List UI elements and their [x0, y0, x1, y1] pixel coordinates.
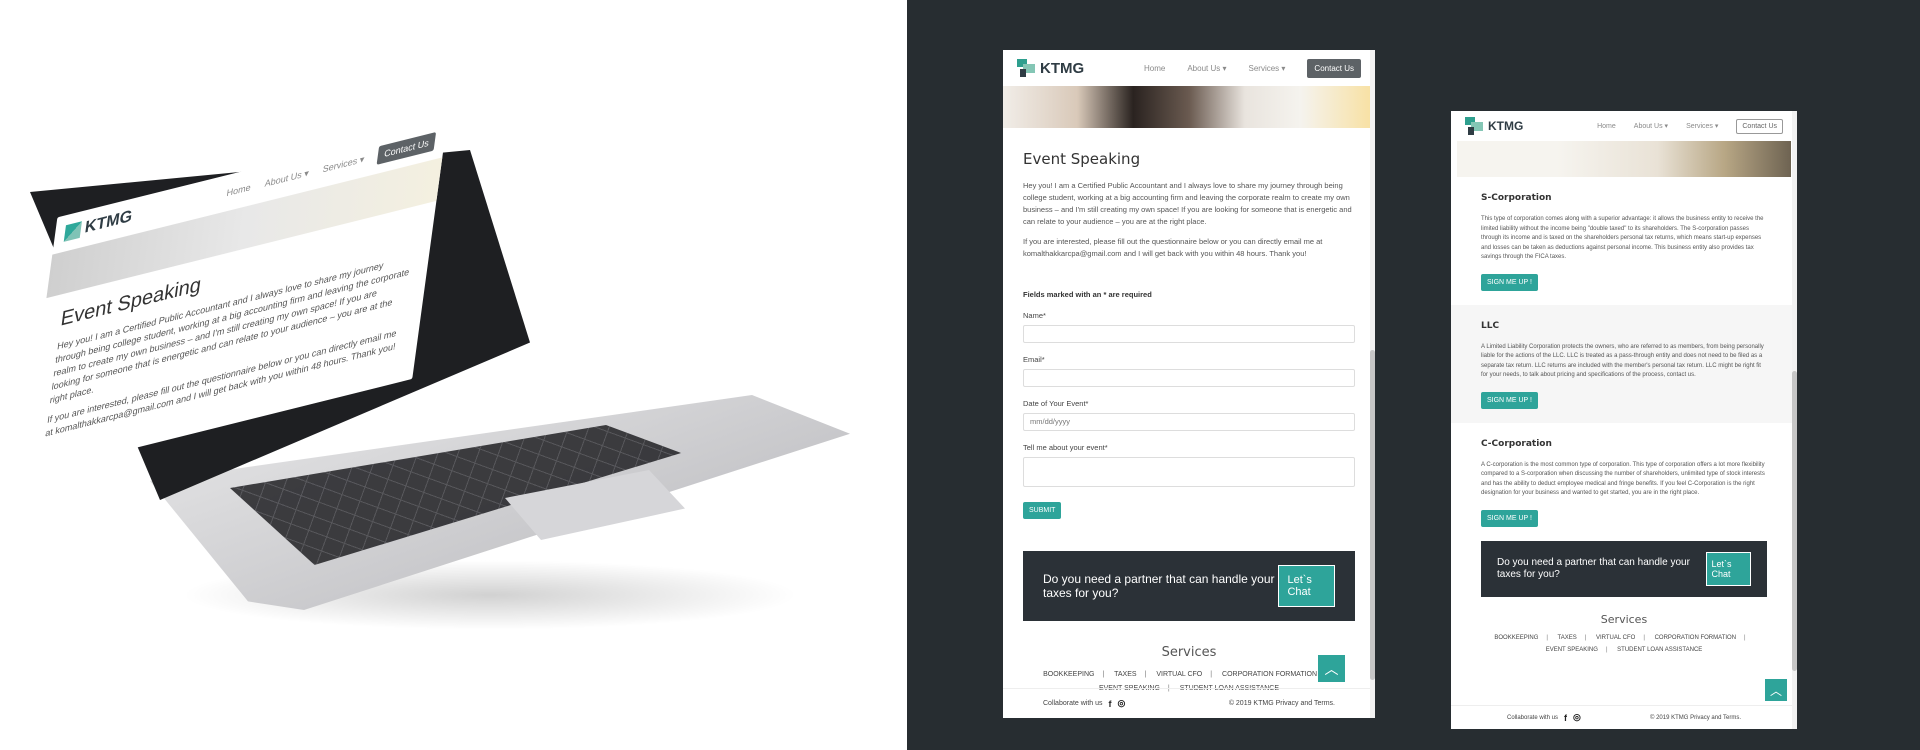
s-corp-section: S-Corporation This type of corporation c…: [1451, 177, 1797, 305]
services-title: Services: [1600, 612, 1648, 626]
date-field[interactable]: mm/dd/yyyy: [1023, 413, 1355, 431]
section-title: LLC: [1481, 320, 1500, 331]
copyright-text[interactable]: © 2019 KTMG Privacy and Terms.: [1650, 715, 1741, 721]
intro-paragraph: Hey you! I am a Certified Public Account…: [1023, 181, 1352, 226]
sign-up-button[interactable]: SIGN ME UP !: [1481, 273, 1538, 291]
lets-chat-button[interactable]: Let`s Chat: [1278, 565, 1335, 607]
footer: Collaborate with us f ◎ © 2019 KTMG Priv…: [1003, 688, 1375, 718]
ktmg-logo-icon: [1017, 59, 1035, 77]
facebook-icon[interactable]: f: [1109, 699, 1112, 709]
sign-up-button[interactable]: SIGN ME UP !: [1481, 509, 1538, 527]
cta-text: Do you need a partner that can handle yo…: [1043, 572, 1275, 600]
service-link-virtual-cfo[interactable]: VIRTUAL CFO: [1156, 671, 1202, 678]
date-label: Date of Your Event*: [1023, 399, 1089, 408]
email-label: Email*: [1023, 355, 1045, 364]
collab-text: Collaborate with us: [1507, 714, 1559, 721]
copyright-text[interactable]: © 2019 KTMG Privacy and Terms.: [1229, 700, 1335, 707]
section-text: This type of corporation comes along wit…: [1481, 216, 1764, 260]
section-title: S-Corporation: [1481, 193, 1552, 203]
contact-paragraph: If you are interested, please fill out t…: [1023, 237, 1323, 258]
sign-up-button[interactable]: SIGN ME UP !: [1481, 391, 1538, 409]
service-link-corporation-formation[interactable]: CORPORATION FORMATION: [1222, 671, 1317, 678]
back-to-top-button[interactable]: ︿: [1318, 655, 1345, 682]
service-link-student-loan[interactable]: STUDENT LOAN ASSISTANCE: [1617, 647, 1702, 653]
nav-about[interactable]: About Us ▾: [1634, 122, 1668, 130]
card2-nav: KTMG Home About Us ▾ Services ▾ Contact …: [1451, 111, 1797, 141]
name-label: Name*: [1023, 311, 1046, 320]
logo-text: KTMG: [83, 207, 134, 237]
c-corp-section: C-Corporation A C-corporation is the mos…: [1451, 423, 1797, 541]
nav-services[interactable]: Services ▾: [1686, 122, 1718, 130]
ktmg-logo-icon: [63, 221, 82, 242]
logo-text: KTMG: [1488, 119, 1524, 133]
nav-services[interactable]: Services ▾: [1249, 64, 1286, 73]
scrollbar[interactable]: [1792, 111, 1797, 729]
llc-section: LLC A Limited Liability Corporation prot…: [1451, 304, 1797, 423]
service-link-taxes[interactable]: TAXES: [1558, 635, 1577, 641]
section-text: A Limited Liability Corporation protects…: [1481, 343, 1764, 379]
section-title: C-Corporation: [1481, 438, 1552, 449]
chevron-up-icon: ︿: [1769, 683, 1782, 698]
instagram-icon[interactable]: ◎: [1573, 712, 1581, 723]
laptop-screen-page: KTMG Home About Us ▾ Services ▾ Contact …: [22, 120, 448, 477]
ktmg-logo-icon: [1465, 117, 1483, 135]
nav-services[interactable]: Services ▾: [322, 153, 365, 175]
card1-logo[interactable]: KTMG: [1017, 59, 1084, 77]
corporation-page-card: KTMG Home About Us ▾ Services ▾ Contact …: [1451, 111, 1797, 729]
submit-button[interactable]: SUBMIT: [1023, 502, 1062, 519]
nav-contact-button[interactable]: Contact Us: [377, 131, 437, 165]
collab-text: Collaborate with us: [1043, 700, 1103, 707]
section-text: A C-corporation is the most common type …: [1481, 461, 1765, 497]
card2-logo[interactable]: KTMG: [1465, 117, 1523, 135]
nav-home[interactable]: Home: [1597, 123, 1616, 130]
chevron-up-icon: ︿: [1324, 660, 1339, 677]
service-link-bookkeeping[interactable]: BOOKKEEPING: [1494, 635, 1538, 641]
event-content: Event Speaking Hey you! I am a Certified…: [1003, 128, 1375, 519]
nav-home[interactable]: Home: [1144, 64, 1165, 73]
hero-image: [1457, 141, 1791, 177]
instagram-icon[interactable]: ◎: [1118, 698, 1126, 709]
collab-group: Collaborate with us f ◎: [1507, 712, 1581, 723]
collab-group: Collaborate with us f ◎: [1043, 698, 1125, 709]
service-link-virtual-cfo[interactable]: VIRTUAL CFO: [1596, 635, 1635, 641]
service-link-event-speaking[interactable]: EVENT SPEAKING: [1546, 647, 1598, 653]
nav-contact-button[interactable]: Contact Us: [1736, 118, 1783, 134]
footer: Collaborate with us f ◎ © 2019 KTMG Priv…: [1451, 705, 1797, 729]
event-speaking-page-card: KTMG Home About Us ▾ Services ▾ Contact …: [1003, 50, 1375, 718]
message-label: Tell me about your event*: [1023, 443, 1108, 452]
laptop-screen: KTMG Home About Us ▾ Services ▾ Contact …: [11, 73, 475, 499]
facebook-icon[interactable]: f: [1564, 713, 1567, 723]
message-textarea[interactable]: [1023, 457, 1355, 487]
cta-banner: Do you need a partner that can handle yo…: [1023, 551, 1355, 621]
required-note: Fields marked with an * are required: [1023, 290, 1152, 299]
scrollbar[interactable]: [1370, 50, 1375, 718]
nav-contact-button[interactable]: Contact Us: [1307, 58, 1361, 78]
service-link-bookkeeping[interactable]: BOOKKEEPING: [1043, 671, 1094, 678]
lets-chat-button[interactable]: Let`s Chat: [1705, 551, 1751, 586]
service-link-corporation-formation[interactable]: CORPORATION FORMATION: [1655, 635, 1736, 641]
hero-image: [1003, 86, 1375, 128]
nav-about[interactable]: About Us ▾: [264, 167, 309, 189]
email-field[interactable]: [1023, 369, 1355, 387]
logo-text: KTMG: [1040, 59, 1085, 77]
name-field[interactable]: [1023, 325, 1355, 343]
cta-text: Do you need a partner that can handle yo…: [1497, 556, 1690, 580]
nav-home[interactable]: Home: [226, 182, 251, 198]
laptop-mockup-panel: KTMG Home About Us ▾ Services ▾ Contact …: [0, 0, 907, 750]
nav-about[interactable]: About Us ▾: [1187, 64, 1226, 73]
service-link-taxes[interactable]: TAXES: [1114, 671, 1136, 678]
back-to-top-button[interactable]: ︿: [1765, 679, 1787, 701]
card1-nav: KTMG Home About Us ▾ Services ▾ Contact …: [1003, 50, 1375, 86]
page-title: Event Speaking: [1023, 150, 1141, 168]
services-links: BOOKKEEPING | TAXES | VIRTUAL CFO | CORPORA…: [1494, 634, 1746, 653]
cta-banner: Do you need a partner that can handle yo…: [1481, 540, 1767, 597]
